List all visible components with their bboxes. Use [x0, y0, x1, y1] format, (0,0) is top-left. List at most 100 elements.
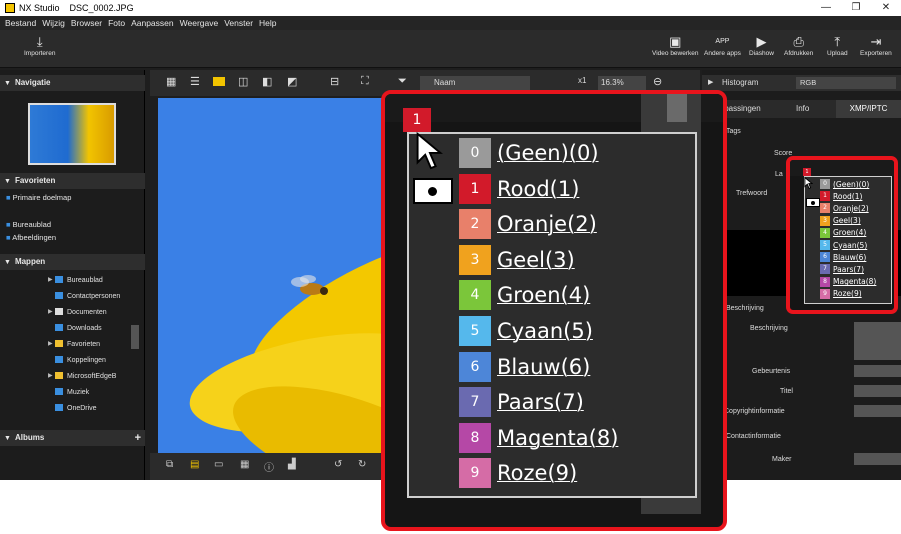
zoom-ratio[interactable]: x1 — [578, 76, 586, 85]
label-dropdown-list-small: 0 (Geen)(0) 1 Rood(1) 2 Oranje(2) 3 Geel(3) 4 Gro… — [804, 176, 892, 304]
scrollbar-thumb[interactable] — [667, 94, 687, 122]
label-option-6[interactable]: 6 Blauw(6) — [459, 351, 590, 382]
zoom-out-icon[interactable]: ⊖ — [653, 75, 662, 88]
bee-subject — [291, 275, 328, 295]
info-icon[interactable]: ⓘ — [264, 459, 274, 474]
menu-wijzig[interactable]: Wijzig — [42, 18, 65, 28]
minimize-button[interactable]: — — [811, 0, 841, 16]
rotate-left-icon[interactable]: ↺ — [334, 459, 342, 470]
menu-browser[interactable]: Browser — [71, 18, 102, 28]
display-options-icon[interactable]: ⊟ — [330, 75, 339, 88]
label-option-4[interactable]: 4 Groen(4) — [459, 280, 590, 311]
histogram-mode-select[interactable]: RGB — [796, 77, 896, 89]
folder-item[interactable]: Koppelingen — [55, 356, 106, 364]
favorite-desktop[interactable]: ■ Bureaublad — [6, 220, 51, 229]
label-option-7[interactable]: 7 Paars(7) — [820, 264, 864, 275]
albums-header[interactable]: ▼ Albums + — [0, 430, 145, 446]
menu-foto[interactable]: Foto — [108, 18, 125, 28]
folder-item[interactable]: Contactpersonen — [55, 292, 120, 300]
image-viewer[interactable] — [158, 98, 390, 453]
favorite-primary-folder[interactable]: ■ Primaire doelmap — [6, 193, 71, 202]
cloud-icon — [55, 404, 63, 411]
folder-item[interactable]: ▶ MicrosoftEdgeB — [48, 372, 116, 380]
selected-marker — [413, 178, 453, 204]
histogram-icon[interactable]: ▟ — [288, 459, 296, 470]
label-option-6[interactable]: 6 Blauw(6) — [820, 252, 866, 263]
favorites-header[interactable]: ▼ Favorieten — [0, 173, 145, 189]
folder-item[interactable]: ▶ Documenten — [48, 308, 107, 316]
current-label-badge[interactable]: 1 — [803, 168, 811, 176]
label-option-4[interactable]: 4 Groen(4) — [820, 227, 866, 238]
compare-alt-icon[interactable]: ◧ — [262, 75, 272, 88]
import-button[interactable]: ⤓ Importeren — [24, 34, 55, 57]
menu-weergave[interactable]: Weergave — [180, 18, 219, 28]
tab-xmp-iptc[interactable]: XMP/IPTC — [836, 100, 901, 118]
add-album-icon[interactable]: + — [135, 430, 141, 446]
folder-item[interactable]: ▶ Favorieten — [48, 340, 100, 348]
navigation-header[interactable]: ▼ Navigatie — [0, 75, 145, 91]
frame-icon[interactable]: ▭ — [214, 459, 223, 470]
folders-header[interactable]: ▼ Mappen — [0, 254, 145, 270]
label-option-9[interactable]: 9 Roze(9) — [459, 458, 577, 489]
export-button[interactable]: ⇥ Exporteren — [860, 34, 892, 57]
folder-item[interactable]: ▶ Bureaublad — [48, 276, 103, 284]
label-option-0[interactable]: 0 (Geen)(0) — [459, 138, 599, 168]
maker-field[interactable] — [854, 453, 901, 465]
navigation-thumbnail[interactable] — [28, 103, 116, 165]
histogram-header[interactable]: ▶ Histogram RGB — [702, 75, 901, 91]
single-view-icon[interactable] — [213, 77, 225, 86]
menu-venster[interactable]: Venster — [224, 18, 253, 28]
folder-item[interactable]: Muziek — [55, 388, 89, 396]
label-option-1[interactable]: 1 Rood(1) — [459, 173, 580, 204]
zoom-percent-select[interactable]: 16.3% — [598, 76, 646, 90]
menu-help[interactable]: Help — [259, 18, 276, 28]
stack-icon[interactable]: ⧉ — [166, 459, 173, 470]
label-option-8[interactable]: 8 Magenta(8) — [459, 422, 618, 453]
copyright-field[interactable] — [854, 405, 901, 417]
fit-screen-icon[interactable]: ⛶ — [361, 75, 369, 88]
label-option-7[interactable]: 7 Paars(7) — [459, 387, 584, 418]
favorite-pictures[interactable]: ■ Afbeeldingen — [6, 233, 56, 242]
current-label-badge[interactable]: 1 — [403, 108, 431, 132]
label-option-1[interactable]: 1 Rood(1) — [820, 191, 862, 202]
label-option-8[interactable]: 8 Magenta(8) — [820, 276, 876, 287]
list-view-icon[interactable]: ☰ — [190, 75, 200, 88]
event-field[interactable] — [854, 365, 901, 377]
folders-scrollbar[interactable] — [131, 325, 139, 349]
filter-icon[interactable]: ⏷ — [398, 75, 407, 88]
label-color-swatch: 7 — [459, 387, 491, 418]
menu-aanpassen[interactable]: Aanpassen — [131, 18, 174, 28]
label-option-text: Rood(1) — [497, 176, 580, 201]
print-button[interactable]: ⎙ Afdrukken — [784, 34, 813, 57]
print-label: Afdrukken — [784, 50, 814, 57]
label-option-9[interactable]: 9 Roze(9) — [820, 288, 862, 299]
video-edit-button[interactable]: ▣ Video bewerken — [652, 34, 699, 57]
grid-icon[interactable]: ▦ — [240, 459, 249, 470]
label-option-0[interactable]: 0 (Geen)(0) — [820, 179, 869, 189]
sort-select[interactable]: Naam — [420, 76, 530, 90]
description-field[interactable] — [854, 322, 901, 360]
label-color-swatch: 4 — [459, 280, 491, 311]
folder-item[interactable]: OneDrive — [55, 404, 97, 412]
compare-view-icon[interactable]: ◫ — [238, 75, 248, 88]
other-apps-button[interactable]: APP Andere apps — [704, 34, 741, 57]
close-button[interactable]: ✕ — [871, 0, 901, 16]
label-option-5[interactable]: 5 Cyaan(5) — [459, 316, 593, 346]
label-option-2[interactable]: 2 Oranje(2) — [459, 209, 597, 240]
before-after-icon[interactable]: ◩ — [287, 75, 297, 88]
folder-item[interactable]: Downloads — [55, 324, 102, 332]
title-field[interactable] — [854, 385, 901, 397]
label-option-3[interactable]: 3 Geel(3) — [459, 244, 575, 275]
slideshow-button[interactable]: ▶ Diashow — [749, 34, 774, 57]
rotate-right-icon[interactable]: ↻ — [358, 459, 366, 470]
label-option-5[interactable]: 5 Cyaan(5) — [820, 240, 867, 250]
label-option-3[interactable]: 3 Geel(3) — [820, 215, 861, 226]
maximize-button[interactable]: ❐ — [841, 0, 871, 16]
filmstrip-icon[interactable]: ▤ — [190, 459, 199, 470]
menu-bestand[interactable]: Bestand — [5, 18, 36, 28]
tab-info[interactable]: Info — [796, 104, 809, 113]
label-option-2[interactable]: 2 Oranje(2) — [820, 203, 869, 214]
tags-section-label: Tags — [726, 128, 741, 135]
upload-button[interactable]: ⤒ Upload — [827, 34, 848, 57]
grid-view-icon[interactable]: ▦ — [166, 75, 176, 88]
